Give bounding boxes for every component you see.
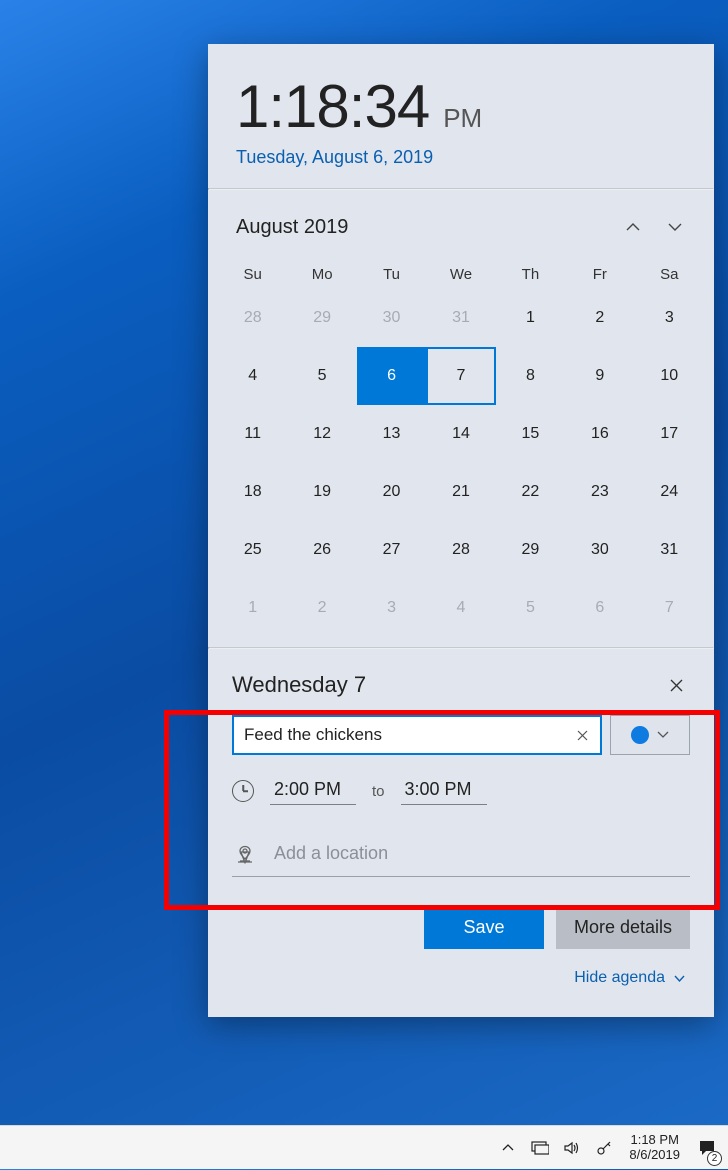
chevron-up-icon — [502, 1142, 514, 1154]
clear-title-button[interactable] — [568, 715, 596, 755]
calendar-day-cell[interactable]: 6 — [565, 579, 634, 637]
calendar-day-header: Su — [218, 258, 287, 289]
clock-icon — [232, 780, 254, 802]
action-center-button[interactable]: 2 — [692, 1126, 722, 1170]
color-dot-icon — [631, 726, 649, 744]
calendar-day-cell[interactable]: 7 — [635, 579, 704, 637]
taskbar-time: 1:18 PM — [629, 1133, 680, 1148]
calendar-day-cell[interactable]: 29 — [496, 521, 565, 579]
calendar-day-header: Th — [496, 258, 565, 289]
calendar-day-cell[interactable]: 5 — [496, 579, 565, 637]
calendar-day-cell[interactable]: 27 — [357, 521, 426, 579]
hide-agenda-link[interactable]: Hide agenda — [232, 969, 690, 993]
close-icon — [577, 730, 588, 741]
month-header: August 2019 — [208, 190, 714, 258]
calendar-day-cell[interactable]: 29 — [287, 289, 356, 347]
taskbar-clock[interactable]: 1:18 PM 8/6/2019 — [623, 1133, 686, 1163]
calendar-day-cell[interactable]: 22 — [496, 463, 565, 521]
calendar-day-cell[interactable]: 3 — [357, 579, 426, 637]
key-icon — [596, 1140, 612, 1156]
security-tray-icon[interactable] — [591, 1126, 617, 1170]
calendar-day-cell[interactable]: 25 — [218, 521, 287, 579]
taskbar: 1:18 PM 8/6/2019 2 — [0, 1125, 728, 1169]
calendar-day-cell[interactable]: 4 — [218, 347, 287, 405]
calendar-day-cell[interactable]: 16 — [565, 405, 634, 463]
calendar-day-cell[interactable]: 10 — [635, 347, 704, 405]
location-icon — [234, 843, 256, 865]
calendar-day-cell[interactable]: 8 — [496, 347, 565, 405]
chevron-down-icon — [657, 729, 669, 741]
calendar-day-cell[interactable]: 12 — [287, 405, 356, 463]
calendar-day-cell[interactable]: 19 — [287, 463, 356, 521]
calendar-day-cell[interactable]: 28 — [218, 289, 287, 347]
calendar-day-cell[interactable]: 2 — [565, 289, 634, 347]
calendar-day-header: Mo — [287, 258, 356, 289]
taskbar-date: 8/6/2019 — [629, 1148, 680, 1163]
close-event-button[interactable] — [662, 671, 690, 699]
calendar-flyout: 1:18:34 PM Tuesday, August 6, 2019 Augus… — [208, 44, 714, 1017]
save-button[interactable]: Save — [424, 905, 544, 949]
prev-month-button[interactable] — [612, 208, 654, 246]
chevron-down-icon — [667, 219, 683, 235]
start-time-input[interactable]: 2:00 PM — [270, 777, 356, 805]
calendar-color-picker[interactable] — [610, 715, 690, 755]
location-input[interactable] — [274, 839, 690, 868]
tray-overflow-button[interactable] — [495, 1126, 521, 1170]
calendar-day-cell[interactable]: 1 — [496, 289, 565, 347]
calendar-day-cell[interactable]: 9 — [565, 347, 634, 405]
calendar-day-cell[interactable]: 31 — [426, 289, 495, 347]
network-tray-icon[interactable] — [527, 1126, 553, 1170]
calendar-day-cell[interactable]: 1 — [218, 579, 287, 637]
event-title-input[interactable] — [232, 715, 602, 755]
calendar-day-header: We — [426, 258, 495, 289]
calendar-day-cell[interactable]: 4 — [426, 579, 495, 637]
chevron-up-icon — [625, 219, 641, 235]
event-panel: Wednesday 7 2:00 PM to 3:00 PM — [208, 649, 714, 1017]
calendar-day-header: Fr — [565, 258, 634, 289]
calendar-day-cell[interactable]: 30 — [565, 521, 634, 579]
calendar-day-cell[interactable]: 11 — [218, 405, 287, 463]
calendar-day-cell[interactable]: 15 — [496, 405, 565, 463]
calendar-day-cell[interactable]: 21 — [426, 463, 495, 521]
calendar-day-cell[interactable]: 14 — [426, 405, 495, 463]
calendar-day-cell[interactable]: 23 — [565, 463, 634, 521]
calendar-day-header: Sa — [635, 258, 704, 289]
clock-date-link[interactable]: Tuesday, August 6, 2019 — [236, 147, 686, 168]
month-label[interactable]: August 2019 — [236, 216, 612, 239]
end-time-input[interactable]: 3:00 PM — [401, 777, 487, 805]
speaker-icon — [564, 1141, 581, 1155]
clock-section: 1:18:34 PM Tuesday, August 6, 2019 — [208, 44, 714, 188]
calendar-day-cell[interactable]: 20 — [357, 463, 426, 521]
calendar-day-cell[interactable]: 13 — [357, 405, 426, 463]
to-label: to — [372, 783, 385, 800]
event-day-label: Wednesday 7 — [232, 672, 662, 698]
calendar-day-cell[interactable]: 6 — [357, 347, 426, 405]
volume-tray-icon[interactable] — [559, 1126, 585, 1170]
calendar-day-cell[interactable]: 31 — [635, 521, 704, 579]
clock-ampm: PM — [443, 103, 482, 134]
calendar-grid: SuMoTuWeThFrSa28293031123456789101112131… — [208, 258, 714, 647]
calendar-day-cell[interactable]: 17 — [635, 405, 704, 463]
chevron-down-icon — [673, 972, 686, 985]
calendar-day-cell[interactable]: 24 — [635, 463, 704, 521]
calendar-day-cell[interactable]: 5 — [287, 347, 356, 405]
calendar-day-cell[interactable]: 2 — [287, 579, 356, 637]
notification-count-badge: 2 — [707, 1151, 722, 1166]
calendar-day-cell[interactable]: 26 — [287, 521, 356, 579]
close-icon — [670, 679, 683, 692]
calendar-day-cell[interactable]: 30 — [357, 289, 426, 347]
next-month-button[interactable] — [654, 208, 696, 246]
monitor-icon — [531, 1141, 549, 1155]
calendar-day-cell[interactable]: 7 — [426, 347, 495, 405]
calendar-day-cell[interactable]: 3 — [635, 289, 704, 347]
calendar-day-header: Tu — [357, 258, 426, 289]
more-details-button[interactable]: More details — [556, 905, 690, 949]
calendar-day-cell[interactable]: 28 — [426, 521, 495, 579]
clock-time: 1:18:34 — [236, 72, 429, 141]
hide-agenda-label: Hide agenda — [574, 969, 665, 987]
calendar-day-cell[interactable]: 18 — [218, 463, 287, 521]
